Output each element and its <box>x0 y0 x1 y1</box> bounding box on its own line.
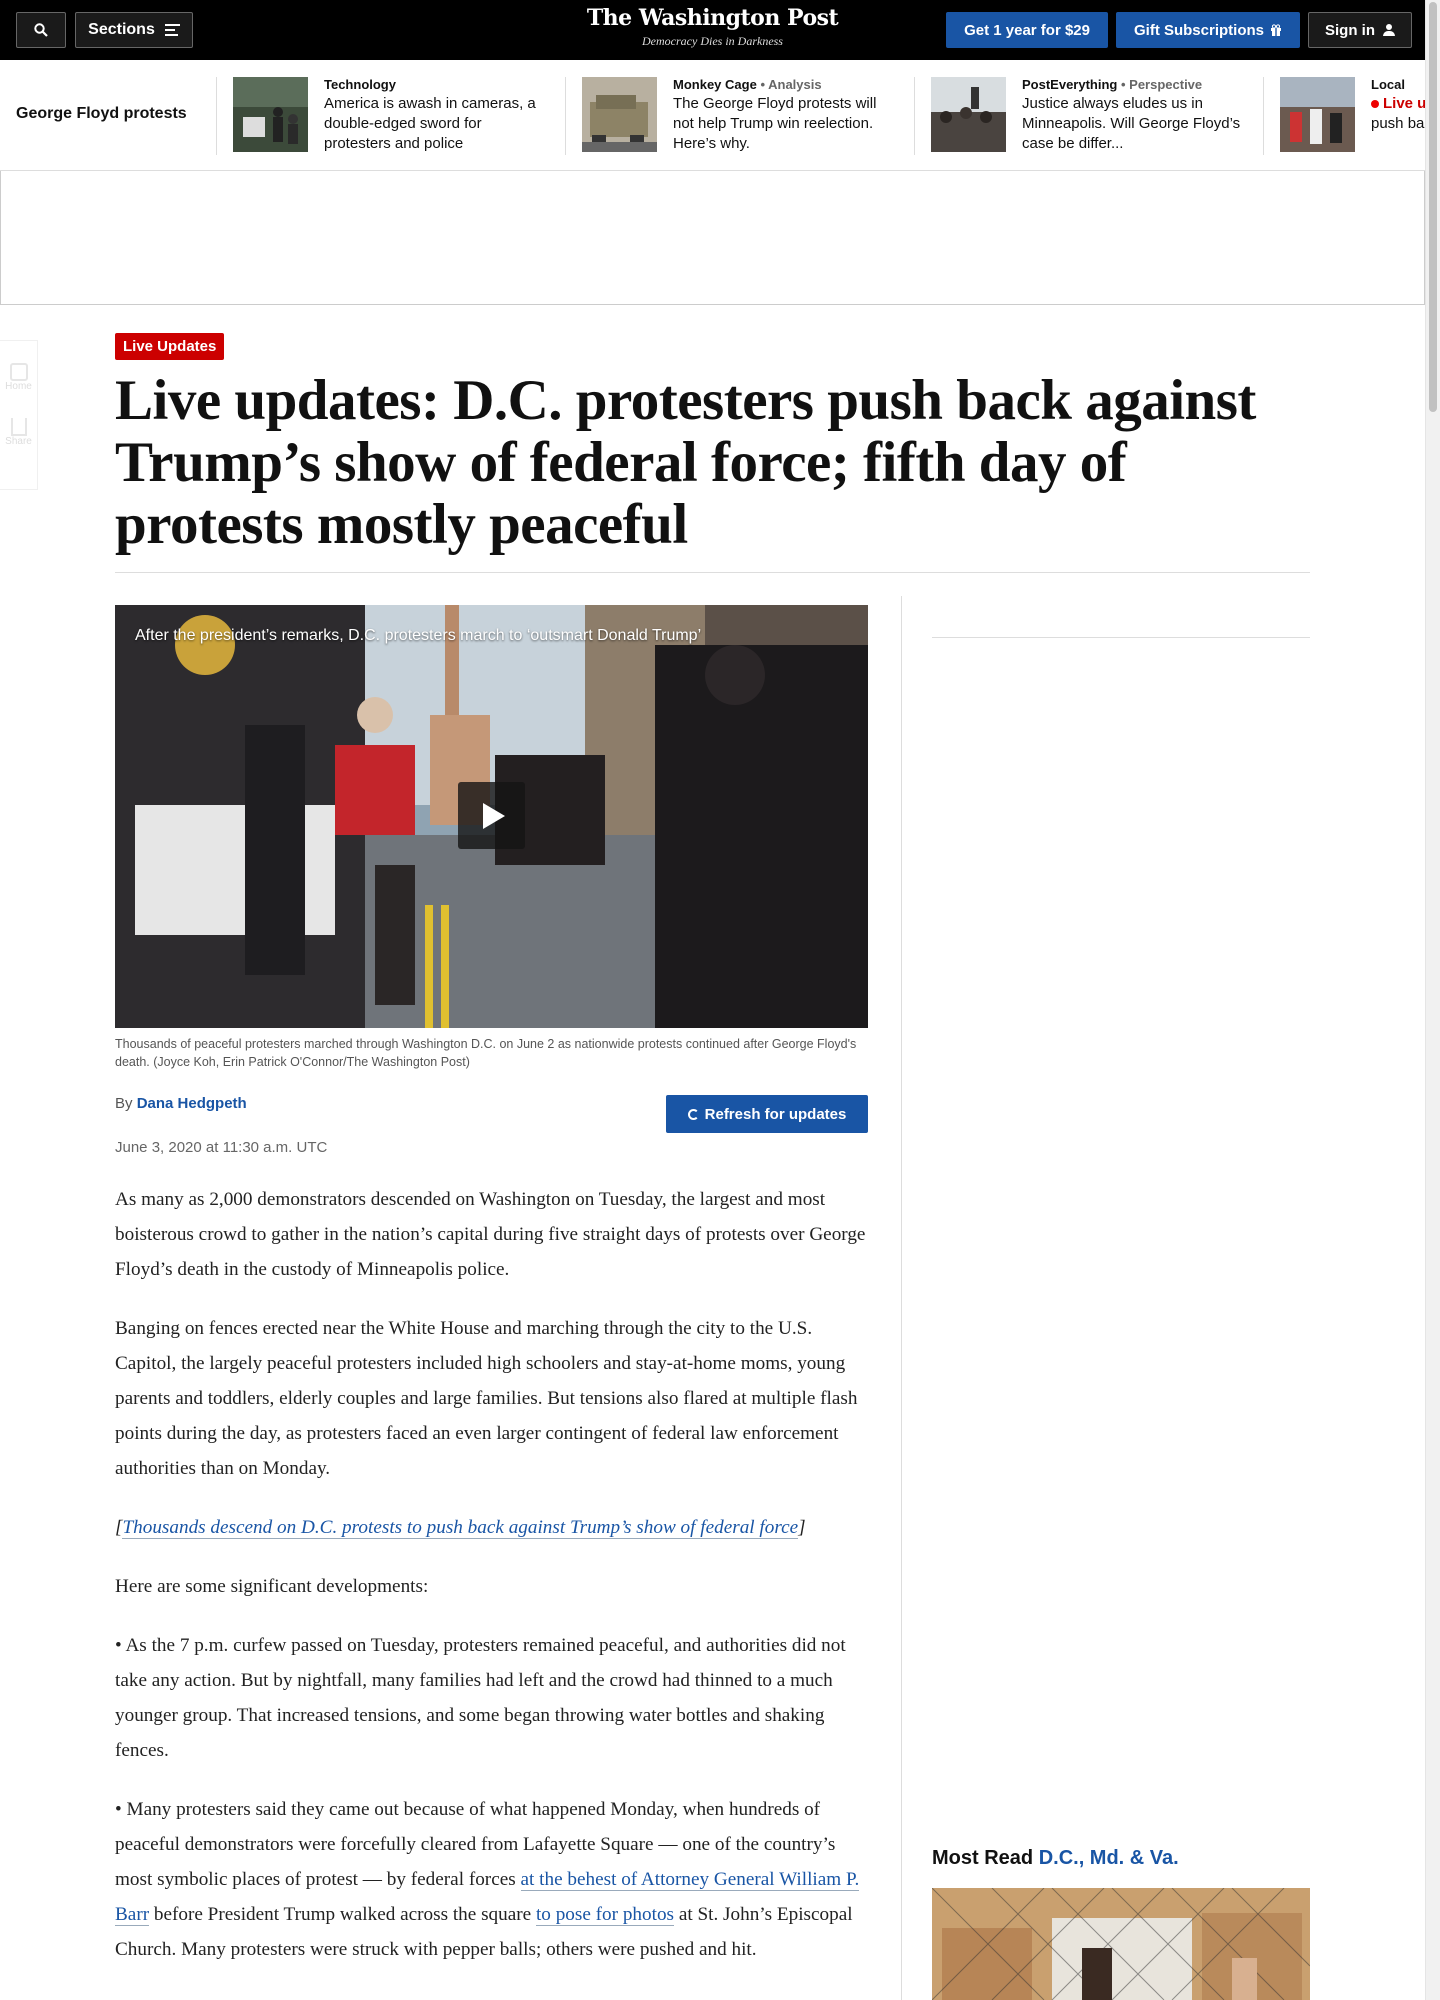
live-dot-icon <box>1371 100 1379 108</box>
photos-link[interactable]: to pose for photos <box>535 1904 675 1926</box>
video-caption: Thousands of peaceful protesters marched… <box>115 1037 857 1069</box>
refresh-icon <box>687 1108 699 1120</box>
story-section: Monkey Cage • Analysis <box>673 77 822 92</box>
topic-story[interactable]: Monkey Cage • Analysis The George Floyd … <box>565 77 898 155</box>
subscribe-label: Get 1 year for $29 <box>964 21 1090 39</box>
story-section: Technology <box>324 77 396 92</box>
gift-subscriptions-button[interactable]: Gift Subscriptions <box>1115 12 1300 48</box>
refresh-label: Refresh for updates <box>704 1105 847 1123</box>
share-label: Share <box>5 436 32 447</box>
topic-label[interactable]: George Floyd protests <box>16 105 187 123</box>
story-thumbnail <box>582 77 657 152</box>
story-section: PostEverything • Perspective <box>1022 77 1203 92</box>
byline: By Dana Hedgpeth <box>115 1095 247 1112</box>
story-headline[interactable]: Justice always eludes us in Minneapolis.… <box>1022 94 1247 154</box>
topic-story[interactable]: Technology America is awash in cameras, … <box>216 77 549 155</box>
story-label: • Analysis <box>760 77 822 92</box>
headline-divider <box>115 572 1310 573</box>
refresh-for-updates-button[interactable]: Refresh for updates <box>666 1095 868 1133</box>
paragraph: As many as 2,000 demonstrators descended… <box>115 1189 866 1280</box>
most-read-image[interactable] <box>932 1888 1310 2000</box>
paragraph: • Many protesters said they came out bec… <box>115 1799 860 1960</box>
related-link-paragraph: [Thousands descend on D.C. protests to p… <box>115 1517 806 1539</box>
gift-icon <box>1271 24 1281 36</box>
share-rail: Home Share <box>0 340 38 490</box>
story-label: • Perspective <box>1120 77 1203 92</box>
user-icon <box>1383 24 1395 36</box>
paragraph: Here are some significant developments: <box>115 1576 429 1597</box>
scrollbar-thumb[interactable] <box>1429 2 1437 412</box>
topic-bar: George Floyd protests Technology America… <box>0 60 1425 171</box>
topic-story[interactable]: PostEverything • Perspective Justice alw… <box>914 77 1247 155</box>
share-icon[interactable] <box>10 418 27 436</box>
advertisement-slot <box>0 171 1425 305</box>
story-section: Local <box>1371 77 1405 92</box>
author-link[interactable]: Dana Hedgpeth <box>137 1095 247 1112</box>
sign-in-label: Sign in <box>1325 21 1375 39</box>
video-title: After the president’s remarks, D.C. prot… <box>135 627 702 644</box>
subscribe-button[interactable]: Get 1 year for $29 <box>946 12 1108 48</box>
play-button[interactable] <box>458 782 525 849</box>
home-label: Home <box>5 381 32 392</box>
live-updates-badge: Live Updates <box>115 333 225 360</box>
paragraph: Banging on fences erected near the White… <box>115 1318 858 1479</box>
article-body: As many as 2,000 demonstrators descended… <box>115 1182 875 1991</box>
header-actions: Get 1 year for $29 Gift Subscriptions Si… <box>946 12 1412 48</box>
related-article-link[interactable]: Thousands descend on D.C. protests to pu… <box>122 1517 799 1539</box>
story-thumbnail <box>233 77 308 152</box>
most-read-heading: Most Read D.C., Md. & Va. <box>932 1847 1179 1869</box>
story-headline[interactable]: Live upush ba of federa <box>1371 94 1425 134</box>
page-scrollbar[interactable] <box>1425 0 1440 2000</box>
story-headline[interactable]: The George Floyd protests will not help … <box>673 94 898 154</box>
story-headline[interactable]: America is awash in cameras, a double-ed… <box>324 94 549 154</box>
article-headline: Live updates: D.C. protesters push back … <box>115 369 1256 556</box>
column-divider <box>901 596 902 2000</box>
story-thumbnail <box>1280 77 1355 152</box>
story-thumbnail <box>931 77 1006 152</box>
topic-story[interactable]: Local Live upush ba of federa <box>1263 77 1425 155</box>
byline-prefix: By <box>115 1095 133 1112</box>
right-rail-divider <box>932 637 1310 638</box>
publish-timestamp: June 3, 2020 at 11:30 a.m. UTC <box>115 1139 328 1156</box>
home-icon[interactable] <box>9 363 28 381</box>
video-player[interactable]: After the president’s remarks, D.C. prot… <box>115 605 868 1028</box>
most-read-region-link[interactable]: D.C., Md. & Va. <box>1039 1847 1179 1869</box>
paragraph: • As the 7 p.m. curfew passed on Tuesday… <box>115 1635 846 1761</box>
gift-label: Gift Subscriptions <box>1133 21 1264 39</box>
sign-in-button[interactable]: Sign in <box>1308 12 1412 48</box>
